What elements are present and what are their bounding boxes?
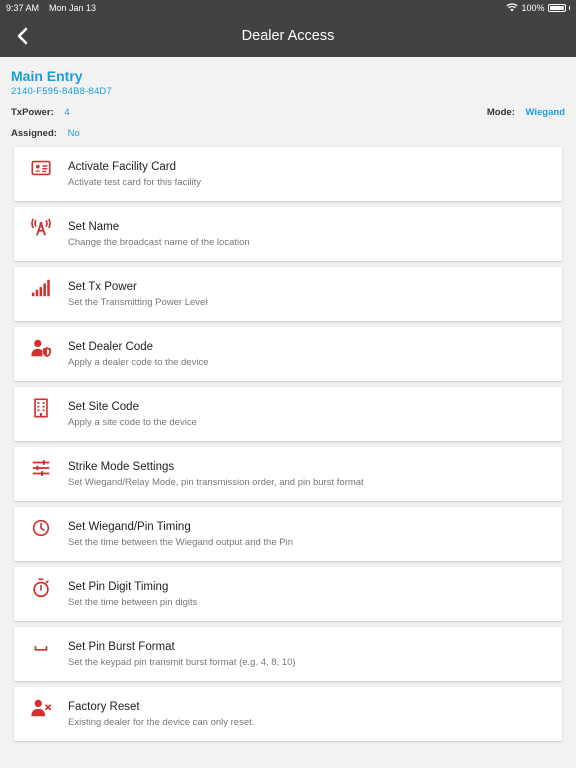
- menu-item-set-wiegand-pin-timing[interactable]: Set Wiegand/Pin Timing Set the time betw…: [14, 507, 562, 561]
- menu-item-title: Set Wiegand/Pin Timing: [68, 520, 191, 533]
- mode-label: Mode:: [486, 107, 515, 118]
- page-title: Dealer Access: [241, 28, 335, 44]
- broadcast-icon: [31, 218, 51, 236]
- menu-item-set-pin-digit-timing[interactable]: Set Pin Digit Timing Set the time betwee…: [14, 567, 562, 621]
- user-remove-icon: [31, 699, 52, 717]
- menu-item-set-name[interactable]: Set Name Change the broadcast name of th…: [14, 207, 562, 261]
- device-info: Main Entry 2140-F595-84B8-84D7 TxPower: …: [11, 68, 565, 139]
- menu-item-set-tx-power[interactable]: Set Tx Power Set the Transmitting Power …: [14, 267, 562, 321]
- menu-item-set-site-code[interactable]: Set Site Code Apply a site code to the d…: [14, 387, 562, 441]
- battery-icon: [547, 3, 566, 12]
- status-bar: 9:37 AM Mon Jan 13 100%: [0, 0, 576, 15]
- status-time: 9:37 AM: [6, 2, 40, 13]
- menu-item-strike-mode-settings[interactable]: Strike Mode Settings Set Wiegand/Relay M…: [14, 447, 562, 501]
- info-row-assigned: Assigned: No: [11, 128, 565, 139]
- menu-item-subtitle: Set the time between the Wiegand output …: [68, 536, 293, 548]
- menu-item-subtitle: Existing dealer for the device can only …: [68, 716, 255, 728]
- menu-item-title: Strike Mode Settings: [68, 460, 175, 473]
- clock-icon: [32, 519, 50, 537]
- menu-item-title: Activate Facility Card: [68, 160, 177, 173]
- id-card-icon: [31, 160, 51, 176]
- menu-item-title: Set Name: [68, 220, 120, 233]
- menu-item-subtitle: Apply a dealer code to the device: [68, 356, 209, 368]
- device-id: 2140-F595-84B8-84D7: [11, 86, 112, 97]
- menu-list: Activate Facility Card Activate test car…: [14, 147, 562, 747]
- menu-item-title: Set Site Code: [68, 400, 139, 413]
- building-icon: [34, 398, 48, 418]
- menu-item-factory-reset[interactable]: Factory Reset Existing dealer for the de…: [14, 687, 562, 741]
- app-header: 9:37 AM Mon Jan 13 100% Dealer Access: [0, 0, 576, 57]
- menu-item-subtitle: Set the keypad pin transmit burst format…: [68, 656, 296, 668]
- menu-item-subtitle: Set Wiegand/Relay Mode, pin transmission…: [68, 476, 364, 488]
- txpower-value: 4: [64, 107, 70, 118]
- status-date: Mon Jan 13: [49, 2, 97, 13]
- menu-item-subtitle: Change the broadcast name of the locatio…: [68, 236, 250, 248]
- mode-value: Wiegand: [525, 107, 566, 118]
- sliders-icon: [32, 460, 50, 476]
- wifi-icon: [506, 3, 519, 12]
- menu-item-set-dealer-code[interactable]: Set Dealer Code Apply a dealer code to t…: [14, 327, 562, 381]
- back-arrow-icon[interactable]: [12, 25, 34, 47]
- menu-item-title: Set Pin Digit Timing: [68, 580, 169, 593]
- menu-item-set-pin-burst-format[interactable]: Set Pin Burst Format Set the keypad pin …: [14, 627, 562, 681]
- menu-item-subtitle: Set the Transmitting Power Level: [68, 296, 208, 308]
- menu-item-title: Set Tx Power: [68, 280, 137, 293]
- user-shield-icon: [31, 339, 52, 358]
- battery-tip: [568, 5, 570, 10]
- txpower-label: TxPower:: [11, 107, 54, 118]
- info-row-txpower: TxPower: 4 Mode: Wiegand: [11, 107, 565, 118]
- menu-item-title: Set Pin Burst Format: [68, 640, 175, 653]
- assigned-label: Assigned:: [11, 128, 57, 139]
- device-name: Main Entry: [11, 68, 83, 84]
- menu-item-subtitle: Activate test card for this facility: [68, 176, 202, 188]
- stopwatch-icon: [33, 578, 49, 598]
- signal-bars-icon: [31, 279, 50, 297]
- menu-item-title: Factory Reset: [68, 700, 140, 713]
- menu-item-subtitle: Apply a site code to the device: [68, 416, 197, 428]
- assigned-value: No: [67, 128, 80, 139]
- menu-item-activate-facility-card[interactable]: Activate Facility Card Activate test car…: [14, 147, 562, 201]
- battery-percent: 100%: [521, 2, 545, 13]
- menu-item-title: Set Dealer Code: [68, 340, 154, 353]
- menu-item-subtitle: Set the time between pin digits: [68, 596, 198, 608]
- nav-bar: Dealer Access: [0, 15, 576, 57]
- space-bar-icon: [34, 646, 48, 651]
